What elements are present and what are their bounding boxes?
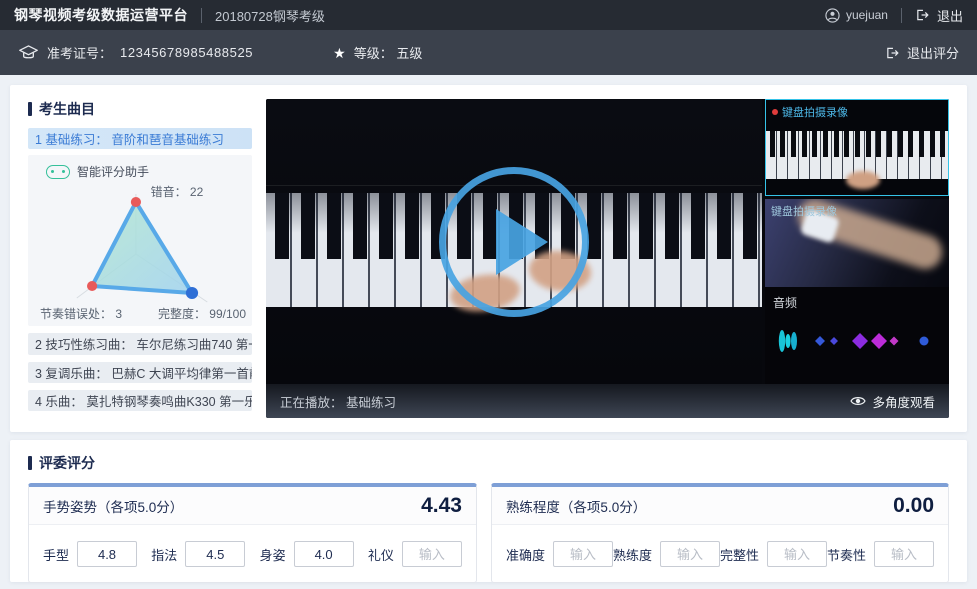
thumb1-label: 键盘拍摄录像 xyxy=(782,104,848,120)
audio-waveform xyxy=(772,319,942,363)
field-accuracy: 准确度 xyxy=(506,541,613,567)
gesture-posture-panel: 手势姿势（各项5.0分） 4.43 手型 指法 身姿 礼仪 xyxy=(28,483,477,583)
username: yuejuan xyxy=(846,8,888,22)
user-menu[interactable]: yuejuan xyxy=(825,8,888,23)
radar-chart: 错音： 22 节奏错误处： 3 完整度： 99/100 xyxy=(34,182,246,322)
radar-label-completeness: 完整度： 99/100 xyxy=(158,305,246,322)
song-item-2[interactable]: 2 技巧性练习曲： 车尔尼练习曲740 第一首 xyxy=(28,333,252,354)
assistant-row: 智能评分助手 xyxy=(34,163,246,180)
radar-label-rhythm: 节奏错误处： 3 xyxy=(40,305,122,322)
panel1-title: 手势姿势（各项5.0分） xyxy=(43,496,183,516)
accuracy-input[interactable] xyxy=(553,541,613,567)
graduation-cap-icon xyxy=(18,44,39,61)
ticket-label: 准考证号： xyxy=(47,43,112,62)
song-item-3[interactable]: 3 复调乐曲： 巴赫C 大调平均律第一首前奏曲 xyxy=(28,362,252,383)
proficiency-panel: 熟练程度（各项5.0分） 0.00 准确度 熟练度 完整性 节奏性 xyxy=(491,483,949,583)
star-icon: ★ xyxy=(333,46,346,60)
scoring-section-title: 评委评分 xyxy=(28,453,949,473)
exam-info-bar: 准考证号： 12345678985488525 ★ 等级： 五级 退出评分 xyxy=(0,30,977,75)
etiquette-input[interactable] xyxy=(402,541,462,567)
exit-scoring-label: 退出评分 xyxy=(907,43,959,62)
posture-input[interactable] xyxy=(294,541,354,567)
panel1-header: 手势姿势（各项5.0分） 4.43 xyxy=(29,487,476,525)
field-rhythm: 节奏性 xyxy=(827,541,934,567)
panel2-header: 熟练程度（各项5.0分） 0.00 xyxy=(492,487,948,525)
field-fingering-label: 指法 xyxy=(151,545,177,564)
video-player: 键盘拍摄录像 键盘拍摄录像 音频 xyxy=(266,99,949,418)
field-proficiency-label: 熟练度 xyxy=(613,545,652,564)
panel1-score: 4.43 xyxy=(421,494,462,518)
exit-scoring-button[interactable]: 退出评分 xyxy=(885,43,959,62)
logout-icon xyxy=(915,8,930,22)
assistant-label: 智能评分助手 xyxy=(77,163,149,180)
audio-label: 音频 xyxy=(773,294,797,311)
field-accuracy-label: 准确度 xyxy=(506,545,545,564)
judge-scoring-card: 评委评分 手势姿势（各项5.0分） 4.43 手型 指法 身姿 xyxy=(10,440,967,582)
ticket-number-group: 准考证号： 12345678985488525 xyxy=(18,43,253,62)
thumb1-hand-visual xyxy=(846,171,880,189)
assistant-robot-icon xyxy=(46,165,70,179)
divider xyxy=(901,8,902,23)
top-bar: 钢琴视频考级数据运营平台 20180728钢琴考级 yuejuan 退出 xyxy=(0,0,977,30)
level-value: 等级： 五级 xyxy=(354,43,423,62)
hand-shape-input[interactable] xyxy=(77,541,137,567)
thumb2-label-row: 键盘拍摄录像 xyxy=(771,203,837,219)
field-rhythm-label: 节奏性 xyxy=(827,545,866,564)
multi-angle-button[interactable]: 多角度观看 xyxy=(850,392,935,411)
level-group: ★ 等级： 五级 xyxy=(333,43,422,62)
radar-chart-svg xyxy=(34,182,246,322)
radar-label-errors: 错音： 22 xyxy=(151,183,204,200)
divider xyxy=(201,8,202,23)
field-posture-label: 身姿 xyxy=(260,545,286,564)
logout-button[interactable]: 退出 xyxy=(915,6,963,25)
keyboard-camera-thumb-2[interactable]: 键盘拍摄录像 xyxy=(765,199,949,287)
rhythm-input[interactable] xyxy=(874,541,934,567)
song-item-1[interactable]: 1 基础练习： 音阶和琶音基础练习 xyxy=(28,128,252,149)
recording-dot-icon xyxy=(772,109,778,115)
now-playing-text: 正在播放： 基础练习 xyxy=(280,392,396,411)
play-button[interactable] xyxy=(439,167,589,317)
song-item-4[interactable]: 4 乐曲： 莫扎特钢琴奏鸣曲K330 第一乐章 xyxy=(28,390,252,411)
completeness-input[interactable] xyxy=(767,541,827,567)
song-list-title: 考生曲目 xyxy=(28,99,252,119)
thumb2-label: 键盘拍摄录像 xyxy=(771,203,837,219)
player-status-bar: 正在播放： 基础练习 多角度观看 xyxy=(266,384,949,418)
play-icon xyxy=(496,209,548,275)
score-assistant-panel: 智能评分助手 xyxy=(28,155,252,326)
multi-angle-label: 多角度观看 xyxy=(872,392,935,411)
field-hand-shape: 手型 xyxy=(43,541,137,567)
eye-icon xyxy=(850,395,866,407)
panel2-title: 熟练程度（各项5.0分） xyxy=(506,496,646,516)
field-etiquette-label: 礼仪 xyxy=(368,545,394,564)
camera-angle-column: 键盘拍摄录像 键盘拍摄录像 音频 xyxy=(765,99,949,384)
audio-track-panel: 音频 xyxy=(765,287,949,384)
logout-label: 退出 xyxy=(937,6,963,25)
field-fingering: 指法 xyxy=(151,541,245,567)
field-posture: 身姿 xyxy=(260,541,354,567)
fingering-input[interactable] xyxy=(185,541,245,567)
panel2-score: 0.00 xyxy=(893,494,934,518)
field-completeness-label: 完整性 xyxy=(720,545,759,564)
proficiency-input[interactable] xyxy=(660,541,720,567)
field-etiquette: 礼仪 xyxy=(368,541,462,567)
field-proficiency: 熟练度 xyxy=(613,541,720,567)
thumb1-label-row: 键盘拍摄录像 xyxy=(772,104,848,120)
field-completeness: 完整性 xyxy=(720,541,827,567)
main-video-viewport[interactable] xyxy=(266,99,762,384)
session-title: 20180728钢琴考级 xyxy=(215,6,325,25)
song-list-sidebar: 考生曲目 1 基础练习： 音阶和琶音基础练习 智能评分助手 xyxy=(28,99,252,418)
field-hand-shape-label: 手型 xyxy=(43,545,69,564)
keyboard-camera-thumb-1[interactable]: 键盘拍摄录像 xyxy=(765,99,949,196)
app-title: 钢琴视频考级数据运营平台 xyxy=(14,5,188,25)
user-icon xyxy=(825,8,840,23)
exit-scoring-icon xyxy=(885,46,900,60)
ticket-number: 12345678985488525 xyxy=(120,45,253,60)
exam-playback-card: 考生曲目 1 基础练习： 音阶和琶音基础练习 智能评分助手 xyxy=(10,85,967,432)
